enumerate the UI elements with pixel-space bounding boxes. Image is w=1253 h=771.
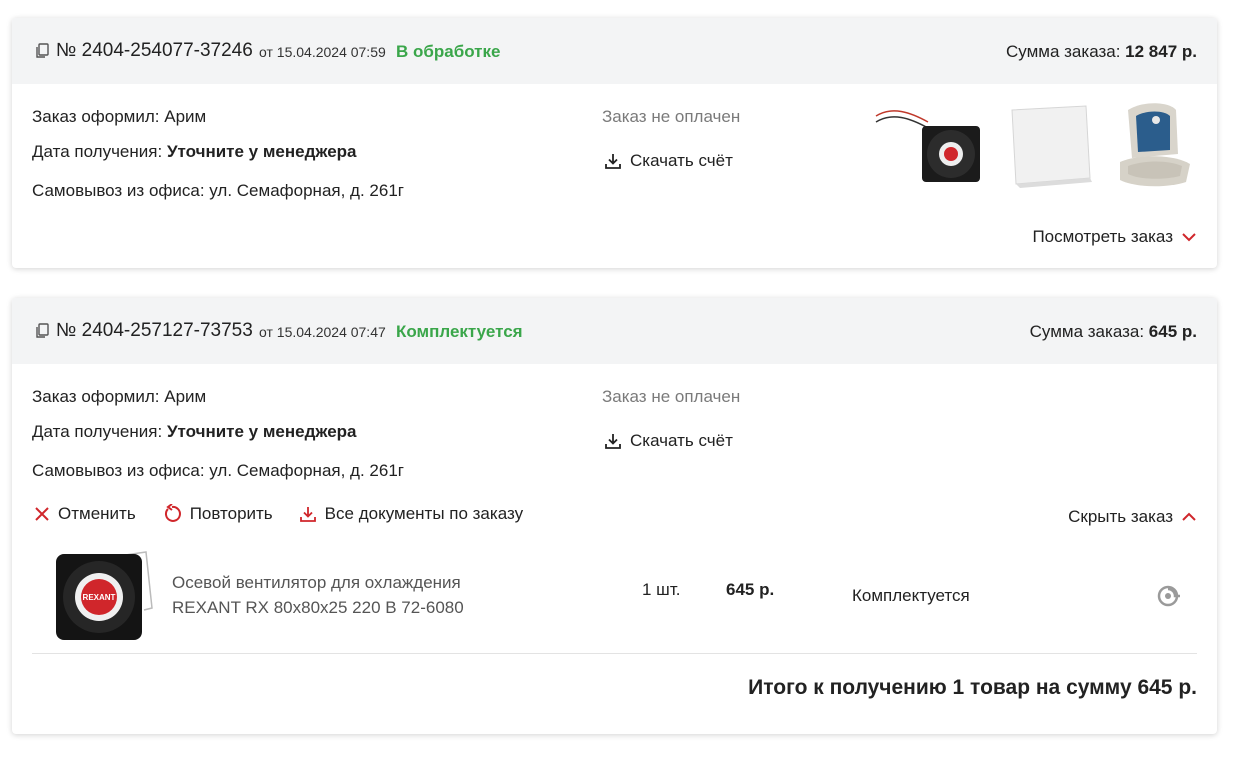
order-card: № 2404-257127-73753 от 15.04.2024 07:47 … bbox=[12, 298, 1217, 734]
order-number: № 2404-257127-73753 bbox=[56, 320, 253, 341]
order-header: № 2404-257127-73753 от 15.04.2024 07:47 … bbox=[12, 298, 1217, 364]
boat-seat-thumbnail[interactable] bbox=[1120, 103, 1190, 187]
receive-date-value: Уточните у менеджера bbox=[166, 142, 357, 161]
receive-date-label: Дата получения: bbox=[32, 142, 163, 161]
download-icon bbox=[605, 434, 621, 449]
product-status: Комплектуется bbox=[852, 586, 970, 605]
repeat-order-label: Повторить bbox=[189, 504, 273, 523]
receive-date: Дата получения: Уточните у менеджера bbox=[32, 422, 357, 442]
hide-order-label: Скрыть заказ bbox=[1068, 507, 1173, 526]
order-card: № 2404-254077-37246 от 15.04.2024 07:59 … bbox=[12, 18, 1217, 268]
order-status: Комплектуется bbox=[396, 322, 523, 341]
product-name[interactable]: Осевой вентилятор для охлаждения REXANT … bbox=[172, 570, 512, 620]
product-name-line: REXANT RX 80x80x25 220 В 72-6080 bbox=[172, 598, 464, 617]
order-sum: Сумма заказа: 12 847 р. bbox=[1006, 42, 1197, 62]
placed-by: Заказ оформил: Арим bbox=[32, 107, 206, 127]
placed-by-value: Арим bbox=[164, 107, 207, 126]
order-item-row: REXANT Осевой вентилятор для охлаждения … bbox=[32, 542, 1197, 654]
repeat-icon bbox=[164, 504, 181, 522]
order-number: № 2404-254077-37246 bbox=[56, 40, 253, 61]
certification-icon bbox=[1157, 585, 1180, 607]
order-sum-label: Сумма заказа: bbox=[1006, 42, 1121, 61]
download-invoice-button[interactable]: Скачать счёт bbox=[604, 431, 733, 451]
brand-label: REXANT bbox=[83, 593, 116, 602]
order-status: В обработке bbox=[396, 42, 501, 61]
close-icon bbox=[35, 507, 49, 521]
receive-date-label: Дата получения: bbox=[32, 422, 163, 441]
product-quantity: 1 шт. bbox=[642, 580, 681, 599]
view-order-toggle[interactable]: Посмотреть заказ bbox=[1032, 227, 1197, 247]
order-sum: Сумма заказа: 645 р. bbox=[1030, 322, 1197, 342]
order-sum-value: 645 р. bbox=[1148, 322, 1197, 341]
receive-date: Дата получения: Уточните у менеджера bbox=[32, 142, 357, 162]
order-sum-label: Сумма заказа: bbox=[1029, 322, 1145, 341]
order-thumbnails bbox=[875, 103, 1190, 188]
product-price: 645 р. bbox=[726, 580, 775, 599]
placed-by: Заказ оформил: Арим bbox=[32, 387, 206, 407]
download-invoice-label: Скачать счёт bbox=[630, 431, 733, 450]
receive-date-value: Уточните у менеджера bbox=[166, 422, 357, 441]
order-date: от 15.04.2024 07:47 bbox=[259, 324, 386, 340]
copy-icon[interactable] bbox=[34, 43, 50, 59]
download-invoice-label: Скачать счёт bbox=[630, 151, 733, 170]
product-name-line: Осевой вентилятор для охлаждения bbox=[172, 573, 461, 592]
download-icon bbox=[605, 154, 621, 169]
placed-by-label: Заказ оформил: bbox=[32, 387, 160, 406]
placed-by-label: Заказ оформил: bbox=[32, 107, 160, 126]
copy-icon[interactable] bbox=[34, 323, 50, 339]
all-documents-button[interactable]: Все документы по заказу bbox=[299, 504, 523, 524]
cancel-order-button[interactable]: Отменить bbox=[34, 504, 136, 524]
repeat-order-button[interactable]: Повторить bbox=[162, 504, 273, 524]
view-order-label: Посмотреть заказ bbox=[1032, 227, 1173, 246]
order-actions: Отменить Повторить Все документы по зака… bbox=[34, 504, 549, 524]
chevron-down-icon bbox=[1182, 233, 1196, 242]
placed-by-value: Арим bbox=[164, 387, 207, 406]
order-total: Итого к получению 1 товар на сумму 645 р… bbox=[748, 676, 1197, 699]
download-invoice-button[interactable]: Скачать счёт bbox=[604, 151, 733, 171]
hide-order-toggle[interactable]: Скрыть заказ bbox=[1068, 507, 1197, 527]
all-documents-label: Все документы по заказу bbox=[324, 504, 524, 523]
fan-thumbnail[interactable] bbox=[875, 110, 980, 182]
download-icon bbox=[299, 507, 316, 522]
product-image[interactable]: REXANT bbox=[52, 546, 156, 642]
order-date: от 15.04.2024 07:59 bbox=[259, 44, 386, 60]
payment-status: Заказ не оплачен bbox=[602, 107, 741, 126]
chevron-up-icon bbox=[1182, 512, 1196, 521]
panel-thumbnail[interactable] bbox=[1011, 105, 1092, 188]
order-sum-value: 12 847 р. bbox=[1125, 42, 1197, 61]
order-header: № 2404-254077-37246 от 15.04.2024 07:59 … bbox=[12, 18, 1217, 84]
payment-status: Заказ не оплачен bbox=[602, 387, 741, 406]
cancel-order-label: Отменить bbox=[58, 504, 136, 523]
pickup-address: Самовывоз из офиса: ул. Семафорная, д. 2… bbox=[32, 181, 404, 200]
pickup-address: Самовывоз из офиса: ул. Семафорная, д. 2… bbox=[32, 461, 404, 480]
